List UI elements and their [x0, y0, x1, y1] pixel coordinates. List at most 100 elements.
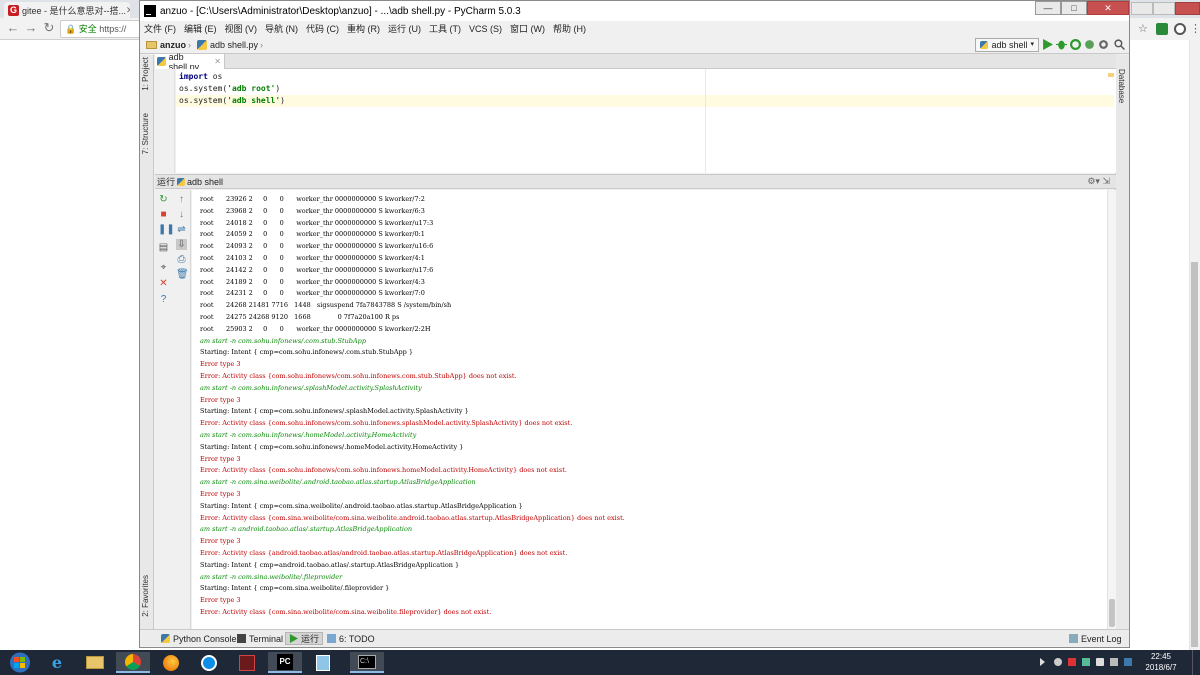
menu-edit[interactable]: 编辑 (E)	[184, 22, 217, 35]
stop-icon[interactable]: ■	[158, 209, 169, 220]
console-line: root 24275 24268 9120 1668 0 7f7a20a100 …	[200, 313, 400, 321]
show-desktop-button[interactable]	[1192, 650, 1200, 675]
run-icon[interactable]	[1042, 39, 1053, 50]
breadcrumb-project[interactable]: anzuo	[160, 40, 186, 50]
security-label: 安全	[78, 24, 97, 34]
run-panel-header: 运行 adb shell ⚙▾ ⇲	[155, 174, 1116, 189]
network-icon[interactable]	[1054, 658, 1062, 666]
game-taskbar-icon[interactable]	[230, 652, 264, 673]
menu-run[interactable]: 运行 (U)	[388, 22, 421, 35]
profile-icon[interactable]	[1084, 39, 1095, 50]
rerun-icon[interactable]: ↻	[158, 194, 169, 205]
chrome-taskbar-icon[interactable]	[116, 652, 150, 673]
tray-app-icon[interactable]	[1068, 658, 1076, 666]
python-console-tab[interactable]: Python Console	[158, 632, 240, 645]
coverage-icon[interactable]	[1070, 39, 1081, 50]
menu-tools[interactable]: 工具 (T)	[429, 22, 461, 35]
run-configuration-select[interactable]: adb shell ▾	[975, 38, 1039, 52]
structure-tool-button[interactable]: 7: Structure	[141, 113, 150, 154]
maximize-icon[interactable]: □	[1061, 1, 1087, 15]
system-clock[interactable]: 22:45 2018/6/7	[1136, 651, 1186, 673]
favorites-tool-button[interactable]: 2: Favorites	[141, 575, 150, 617]
terminal-tab[interactable]: Terminal	[234, 632, 286, 645]
menu-help[interactable]: 帮助 (H)	[553, 22, 586, 35]
arrow-up-icon[interactable]: ↑	[176, 194, 187, 205]
browser-tab[interactable]: G gitee - 是什么意思对--搭... ✕	[4, 2, 130, 18]
browser-menu-icon[interactable]: ⋮	[1190, 23, 1200, 35]
reload-icon[interactable]: ↻	[42, 21, 56, 35]
search-icon[interactable]	[1114, 39, 1125, 50]
volume-icon[interactable]	[1096, 658, 1104, 666]
clear-all-icon[interactable]: 🗑	[176, 269, 189, 280]
cmd-taskbar-icon[interactable]: C:\	[350, 652, 384, 673]
editor-tab[interactable]: adb shell.py ✕	[155, 52, 225, 72]
minimize-icon[interactable]	[1131, 2, 1153, 15]
pycharm-window-controls: — □ ✕	[1035, 1, 1129, 15]
menu-refactor[interactable]: 重构 (R)	[347, 22, 380, 35]
run-panel-settings-icon[interactable]: ⚙▾ ⇲	[1087, 176, 1110, 187]
notepad-taskbar-icon[interactable]	[306, 652, 340, 673]
arrow-down-icon[interactable]: ↓	[176, 209, 187, 220]
extension-circle-icon[interactable]	[1174, 23, 1186, 35]
console-scrollbar-thumb[interactable]	[1109, 599, 1115, 627]
run-icon	[289, 634, 298, 643]
close-run-icon[interactable]: ✕	[158, 278, 169, 289]
menu-file[interactable]: 文件 (F)	[144, 22, 176, 35]
terminal-tab-label: Terminal	[249, 633, 284, 644]
editor-gutter	[155, 69, 175, 173]
dump-threads-icon[interactable]: ▤	[158, 242, 169, 253]
close-tab-icon[interactable]: ✕	[126, 5, 130, 16]
chevron-down-icon: ▾	[1030, 41, 1034, 48]
event-log-tab[interactable]: Event Log	[1066, 632, 1125, 645]
forward-icon[interactable]: →	[24, 21, 38, 35]
console-line: Starting: Intent { cmp=com.sohu.infonews…	[200, 348, 414, 357]
menu-vcs[interactable]: VCS (S)	[469, 24, 502, 34]
input-method-icon[interactable]	[1124, 658, 1132, 666]
pin-tab-icon[interactable]: ⌖	[158, 262, 169, 273]
debug-icon[interactable]	[1056, 39, 1067, 50]
browser-scrollbar-thumb[interactable]	[1191, 262, 1198, 647]
tray-app-icon[interactable]	[1110, 658, 1118, 666]
print-icon[interactable]: ⎙	[176, 254, 187, 265]
settings-icon[interactable]	[1098, 39, 1109, 50]
project-tool-button[interactable]: 1: Project	[141, 57, 150, 91]
windows-start-icon[interactable]	[0, 650, 40, 675]
pycharm-title-bar: anzuo - [C:\Users\Administrator\Desktop\…	[140, 1, 1129, 21]
soft-wrap-icon[interactable]: ⇌	[176, 224, 187, 235]
pause-icon[interactable]: ❚❚	[158, 224, 175, 235]
bookmark-star-icon[interactable]: ☆	[1138, 23, 1150, 35]
close-window-icon[interactable]	[1175, 2, 1200, 15]
scroll-to-end-icon[interactable]: ⇩	[176, 239, 187, 250]
console-line: am start -n com.sina.weibolite/.android.…	[200, 478, 476, 487]
menu-view[interactable]: 视图 (V)	[225, 22, 258, 35]
close-icon[interactable]: ✕	[1087, 1, 1129, 15]
address-bar[interactable]: 🔒 安全 https://	[60, 20, 140, 38]
run-tab[interactable]: 运行	[285, 632, 324, 645]
run-panel-config[interactable]: adb shell	[187, 177, 223, 187]
menu-navigate[interactable]: 导航 (N)	[265, 22, 298, 35]
code-editor[interactable]: import os os.system('adb root') os.syste…	[176, 69, 1116, 173]
database-tool-button[interactable]: Database	[1117, 69, 1126, 103]
console-line: am start -n com.sohu.infonews/.homeModel…	[200, 431, 417, 439]
extension-shield-icon[interactable]	[1156, 23, 1168, 35]
console-line: Error: Activity class {com.sohu.infonews…	[200, 372, 517, 380]
explorer-taskbar-icon[interactable]	[78, 652, 112, 673]
run-console-output[interactable]: root 23926 2 0 0 worker_thr 0000000000 S…	[192, 190, 1107, 629]
restore-icon[interactable]	[1153, 2, 1175, 15]
todo-tab[interactable]: 6: TODO	[324, 632, 378, 645]
menu-code[interactable]: 代码 (C)	[306, 22, 339, 35]
firefox-taskbar-icon[interactable]	[154, 652, 188, 673]
breadcrumb-file[interactable]: adb shell.py	[210, 40, 258, 50]
ie-taskbar-icon[interactable]: e	[40, 652, 74, 673]
tray-arrow-icon[interactable]	[1040, 658, 1045, 666]
console-line: am start -n com.sohu.infonews/.splashMod…	[200, 383, 422, 392]
back-icon[interactable]: ←	[6, 21, 20, 35]
help-icon[interactable]: ?	[158, 294, 169, 305]
tray-app-icon[interactable]	[1082, 658, 1090, 666]
pycharm-taskbar-icon[interactable]: PC	[268, 652, 302, 673]
teamviewer-taskbar-icon[interactable]	[192, 652, 226, 673]
close-tab-icon[interactable]: ✕	[214, 57, 221, 66]
console-scrollbar[interactable]	[1107, 190, 1116, 629]
menu-window[interactable]: 窗口 (W)	[510, 22, 545, 35]
minimize-icon[interactable]: —	[1035, 1, 1061, 15]
